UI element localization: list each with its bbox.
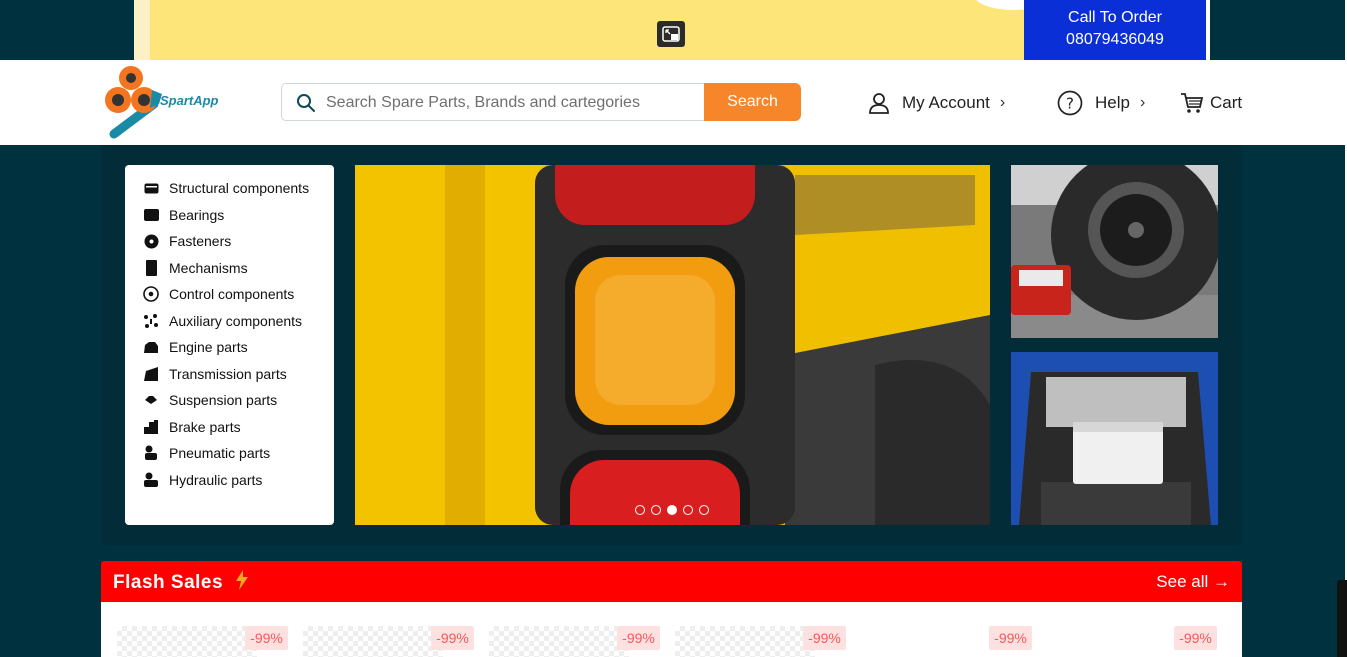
cart-icon — [1181, 93, 1204, 113]
call-to-order-phone[interactable]: 08079436049 — [1024, 29, 1206, 51]
promo-ad-image[interactable] — [134, 0, 1024, 60]
product-image[interactable] — [1046, 626, 1186, 657]
help-link[interactable]: ? Help › — [1057, 88, 1145, 118]
control-icon — [143, 286, 159, 303]
category-label: Engine parts — [169, 339, 248, 356]
discount-badge: -99% — [617, 626, 660, 650]
promo-divider — [1206, 0, 1210, 60]
auxiliary-icon — [143, 313, 159, 328]
product-card[interactable]: -99% — [489, 626, 660, 657]
flash-sales-products: -99% -99% -99% -99% -99% -99% — [101, 602, 1242, 657]
flash-sales-title: Flash Sales — [113, 572, 224, 593]
engine-icon — [143, 340, 159, 354]
category-item-bearings[interactable]: Bearings — [125, 202, 334, 229]
floating-widget-tab[interactable] — [1337, 580, 1347, 657]
panel-icon — [143, 181, 159, 195]
promo-ad-shape — [974, 0, 1024, 10]
product-image[interactable] — [861, 626, 1001, 657]
discount-badge: -99% — [245, 626, 288, 650]
category-label: Auxiliary components — [169, 312, 303, 329]
discount-badge: -99% — [803, 626, 846, 650]
search-icon — [297, 94, 315, 112]
category-label: Structural components — [169, 180, 310, 197]
carousel-dot[interactable] — [683, 505, 693, 515]
search-input[interactable] — [326, 92, 696, 114]
product-image[interactable] — [117, 626, 257, 657]
promo-tile-car-fridge[interactable] — [1011, 352, 1218, 525]
see-all-link[interactable]: See all → — [1156, 572, 1230, 592]
discount-badge: -99% — [1174, 626, 1217, 650]
lightning-icon — [236, 570, 248, 590]
category-label: Transmission parts — [169, 365, 287, 382]
category-item-structural[interactable]: Structural components — [125, 175, 334, 202]
call-to-order-label: Call To Order — [1068, 9, 1162, 26]
category-label: Hydraulic parts — [169, 471, 263, 488]
category-item-auxiliary[interactable]: Auxiliary components — [125, 308, 334, 335]
search-button[interactable]: Search — [704, 83, 801, 121]
category-item-suspension[interactable]: Suspension parts — [125, 387, 334, 414]
category-item-engine[interactable]: Engine parts — [125, 334, 334, 361]
category-item-transmission[interactable]: Transmission parts — [125, 361, 334, 388]
pneumatic-icon — [143, 445, 159, 461]
carousel-indicators — [635, 505, 709, 515]
promo-banner[interactable]: Call To Order 08079436049 — [0, 0, 1347, 60]
carousel-dot-active[interactable] — [667, 505, 677, 515]
taillight-photo — [355, 165, 990, 525]
hero-carousel[interactable] — [355, 165, 990, 525]
mechanism-icon — [143, 259, 159, 276]
category-item-hydraulic[interactable]: Hydraulic parts — [125, 467, 334, 494]
category-label: Mechanisms — [169, 259, 248, 276]
promo-tile-tire-inflator[interactable] — [1011, 165, 1218, 338]
cart-link[interactable]: Cart — [1180, 88, 1242, 118]
brand-name[interactable]: SpartApp — [160, 93, 219, 108]
category-label: Fasteners — [169, 233, 232, 250]
category-item-control[interactable]: Control components — [125, 281, 334, 308]
discount-badge: -99% — [431, 626, 474, 650]
my-account-link[interactable]: My Account › — [868, 88, 1005, 118]
my-account-label: My Account — [902, 93, 990, 112]
category-label: Brake parts — [169, 418, 241, 435]
product-card[interactable]: -99% — [675, 626, 846, 657]
cart-label: Cart — [1210, 93, 1243, 112]
chevron-right-icon: › — [999, 94, 1006, 111]
svg-text:?: ? — [1066, 95, 1074, 113]
category-item-brake[interactable]: Brake parts — [125, 414, 334, 441]
product-card[interactable]: -99% — [1046, 626, 1217, 657]
suspension-icon — [143, 393, 159, 407]
fastener-icon — [143, 234, 159, 249]
carousel-dot[interactable] — [651, 505, 661, 515]
bearing-icon — [143, 208, 159, 222]
help-icon: ? — [1057, 90, 1083, 116]
search-bar[interactable] — [281, 83, 711, 121]
category-label: Control components — [169, 286, 295, 303]
product-image[interactable] — [675, 626, 815, 657]
brake-icon — [143, 419, 159, 434]
product-card[interactable]: -99% — [861, 626, 1032, 657]
user-icon — [869, 93, 889, 114]
category-item-fasteners[interactable]: Fasteners — [125, 228, 334, 255]
fullscreen-toggle-icon[interactable] — [657, 21, 685, 47]
category-menu: Structural components Bearings Fasteners… — [125, 165, 334, 525]
call-to-order-box[interactable]: Call To Order 08079436049 — [1024, 0, 1206, 60]
chevron-right-icon: › — [1139, 94, 1146, 111]
flash-sales-header: Flash Sales See all → — [101, 561, 1242, 602]
category-label: Suspension parts — [169, 392, 278, 409]
category-label: Pneumatic parts — [169, 445, 271, 462]
product-image[interactable] — [489, 626, 629, 657]
carousel-dot[interactable] — [635, 505, 645, 515]
promo-ad-shape — [150, 0, 234, 60]
product-card[interactable]: -99% — [303, 626, 474, 657]
discount-badge: -99% — [989, 626, 1032, 650]
product-image[interactable] — [303, 626, 443, 657]
category-item-pneumatic[interactable]: Pneumatic parts — [125, 440, 334, 467]
hydraulic-icon — [143, 472, 159, 487]
category-label: Bearings — [169, 206, 225, 223]
carousel-dot[interactable] — [699, 505, 709, 515]
help-label: Help — [1095, 93, 1130, 112]
transmission-icon — [143, 366, 159, 381]
product-card[interactable]: -99% — [117, 626, 288, 657]
category-item-mechanisms[interactable]: Mechanisms — [125, 255, 334, 282]
